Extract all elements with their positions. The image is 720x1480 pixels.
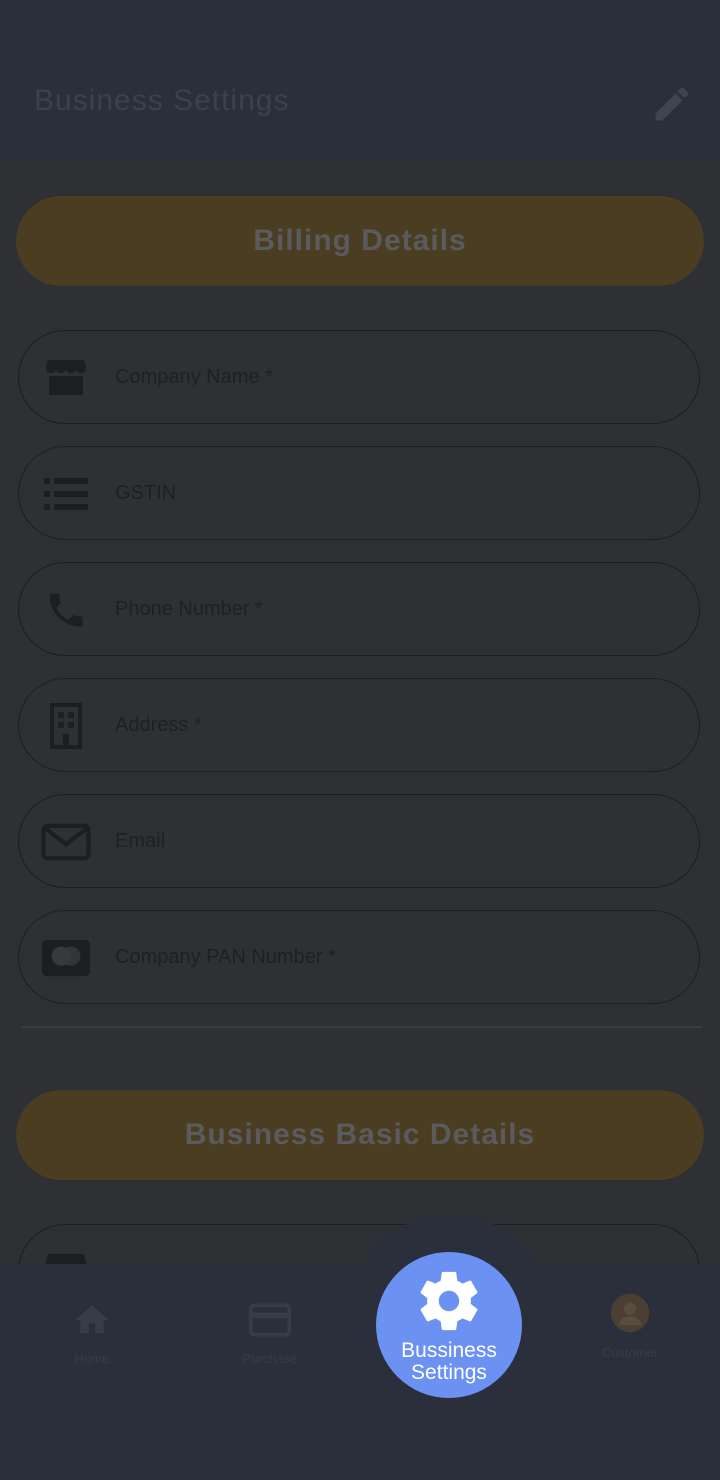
phone-number-field[interactable]: Phone Number * — [18, 562, 700, 656]
business-settings-fab[interactable]: Bussiness Settings — [376, 1252, 522, 1398]
phone-icon — [49, 593, 83, 627]
home-icon — [75, 1305, 109, 1334]
nav-purchase-label: Purchase — [242, 1351, 298, 1366]
mail-icon — [41, 823, 91, 861]
pencil-icon — [655, 87, 689, 121]
email-placeholder: Email — [115, 830, 166, 852]
company-pan-field[interactable]: Company PAN Number * — [18, 910, 700, 1004]
avatar-icon — [610, 1293, 650, 1333]
gear-icon — [420, 1271, 478, 1331]
building-icon — [50, 703, 82, 749]
address-placeholder: Address * — [115, 714, 202, 736]
nav-item-home[interactable]: Home — [32, 1300, 152, 1366]
gstin-field[interactable]: GSTIN — [18, 446, 700, 540]
email-field[interactable]: Email — [18, 794, 700, 888]
company-name-field[interactable]: Company Name * — [18, 330, 700, 424]
nav-item-customer[interactable]: Customer — [570, 1292, 690, 1360]
address-field[interactable]: Address * — [18, 678, 700, 772]
edit-button[interactable] — [650, 82, 694, 126]
nav-customer-label: Customer — [601, 1345, 659, 1360]
page-title: Business Settings — [34, 84, 290, 117]
fab-label: Bussiness Settings — [401, 1339, 497, 1384]
gstin-placeholder: GSTIN — [115, 482, 177, 504]
business-settings-screen: Business Settings Billing Details Compan… — [0, 0, 720, 1480]
business-basic-details-header: Business Basic Details — [16, 1090, 704, 1180]
list-icon — [44, 478, 88, 510]
card-icon — [41, 939, 91, 977]
phone-number-placeholder: Phone Number * — [115, 598, 263, 620]
card-icon — [248, 1303, 292, 1337]
app-bar: Business Settings — [0, 0, 720, 160]
nav-home-label: Home — [74, 1351, 110, 1366]
nav-item-purchase[interactable]: Purchase — [210, 1300, 330, 1366]
company-name-placeholder: Company Name * — [115, 366, 273, 388]
store-icon — [46, 360, 86, 395]
section-divider — [22, 1026, 702, 1028]
billing-details-header: Billing Details — [16, 196, 704, 286]
company-pan-placeholder: Company PAN Number * — [115, 946, 336, 968]
